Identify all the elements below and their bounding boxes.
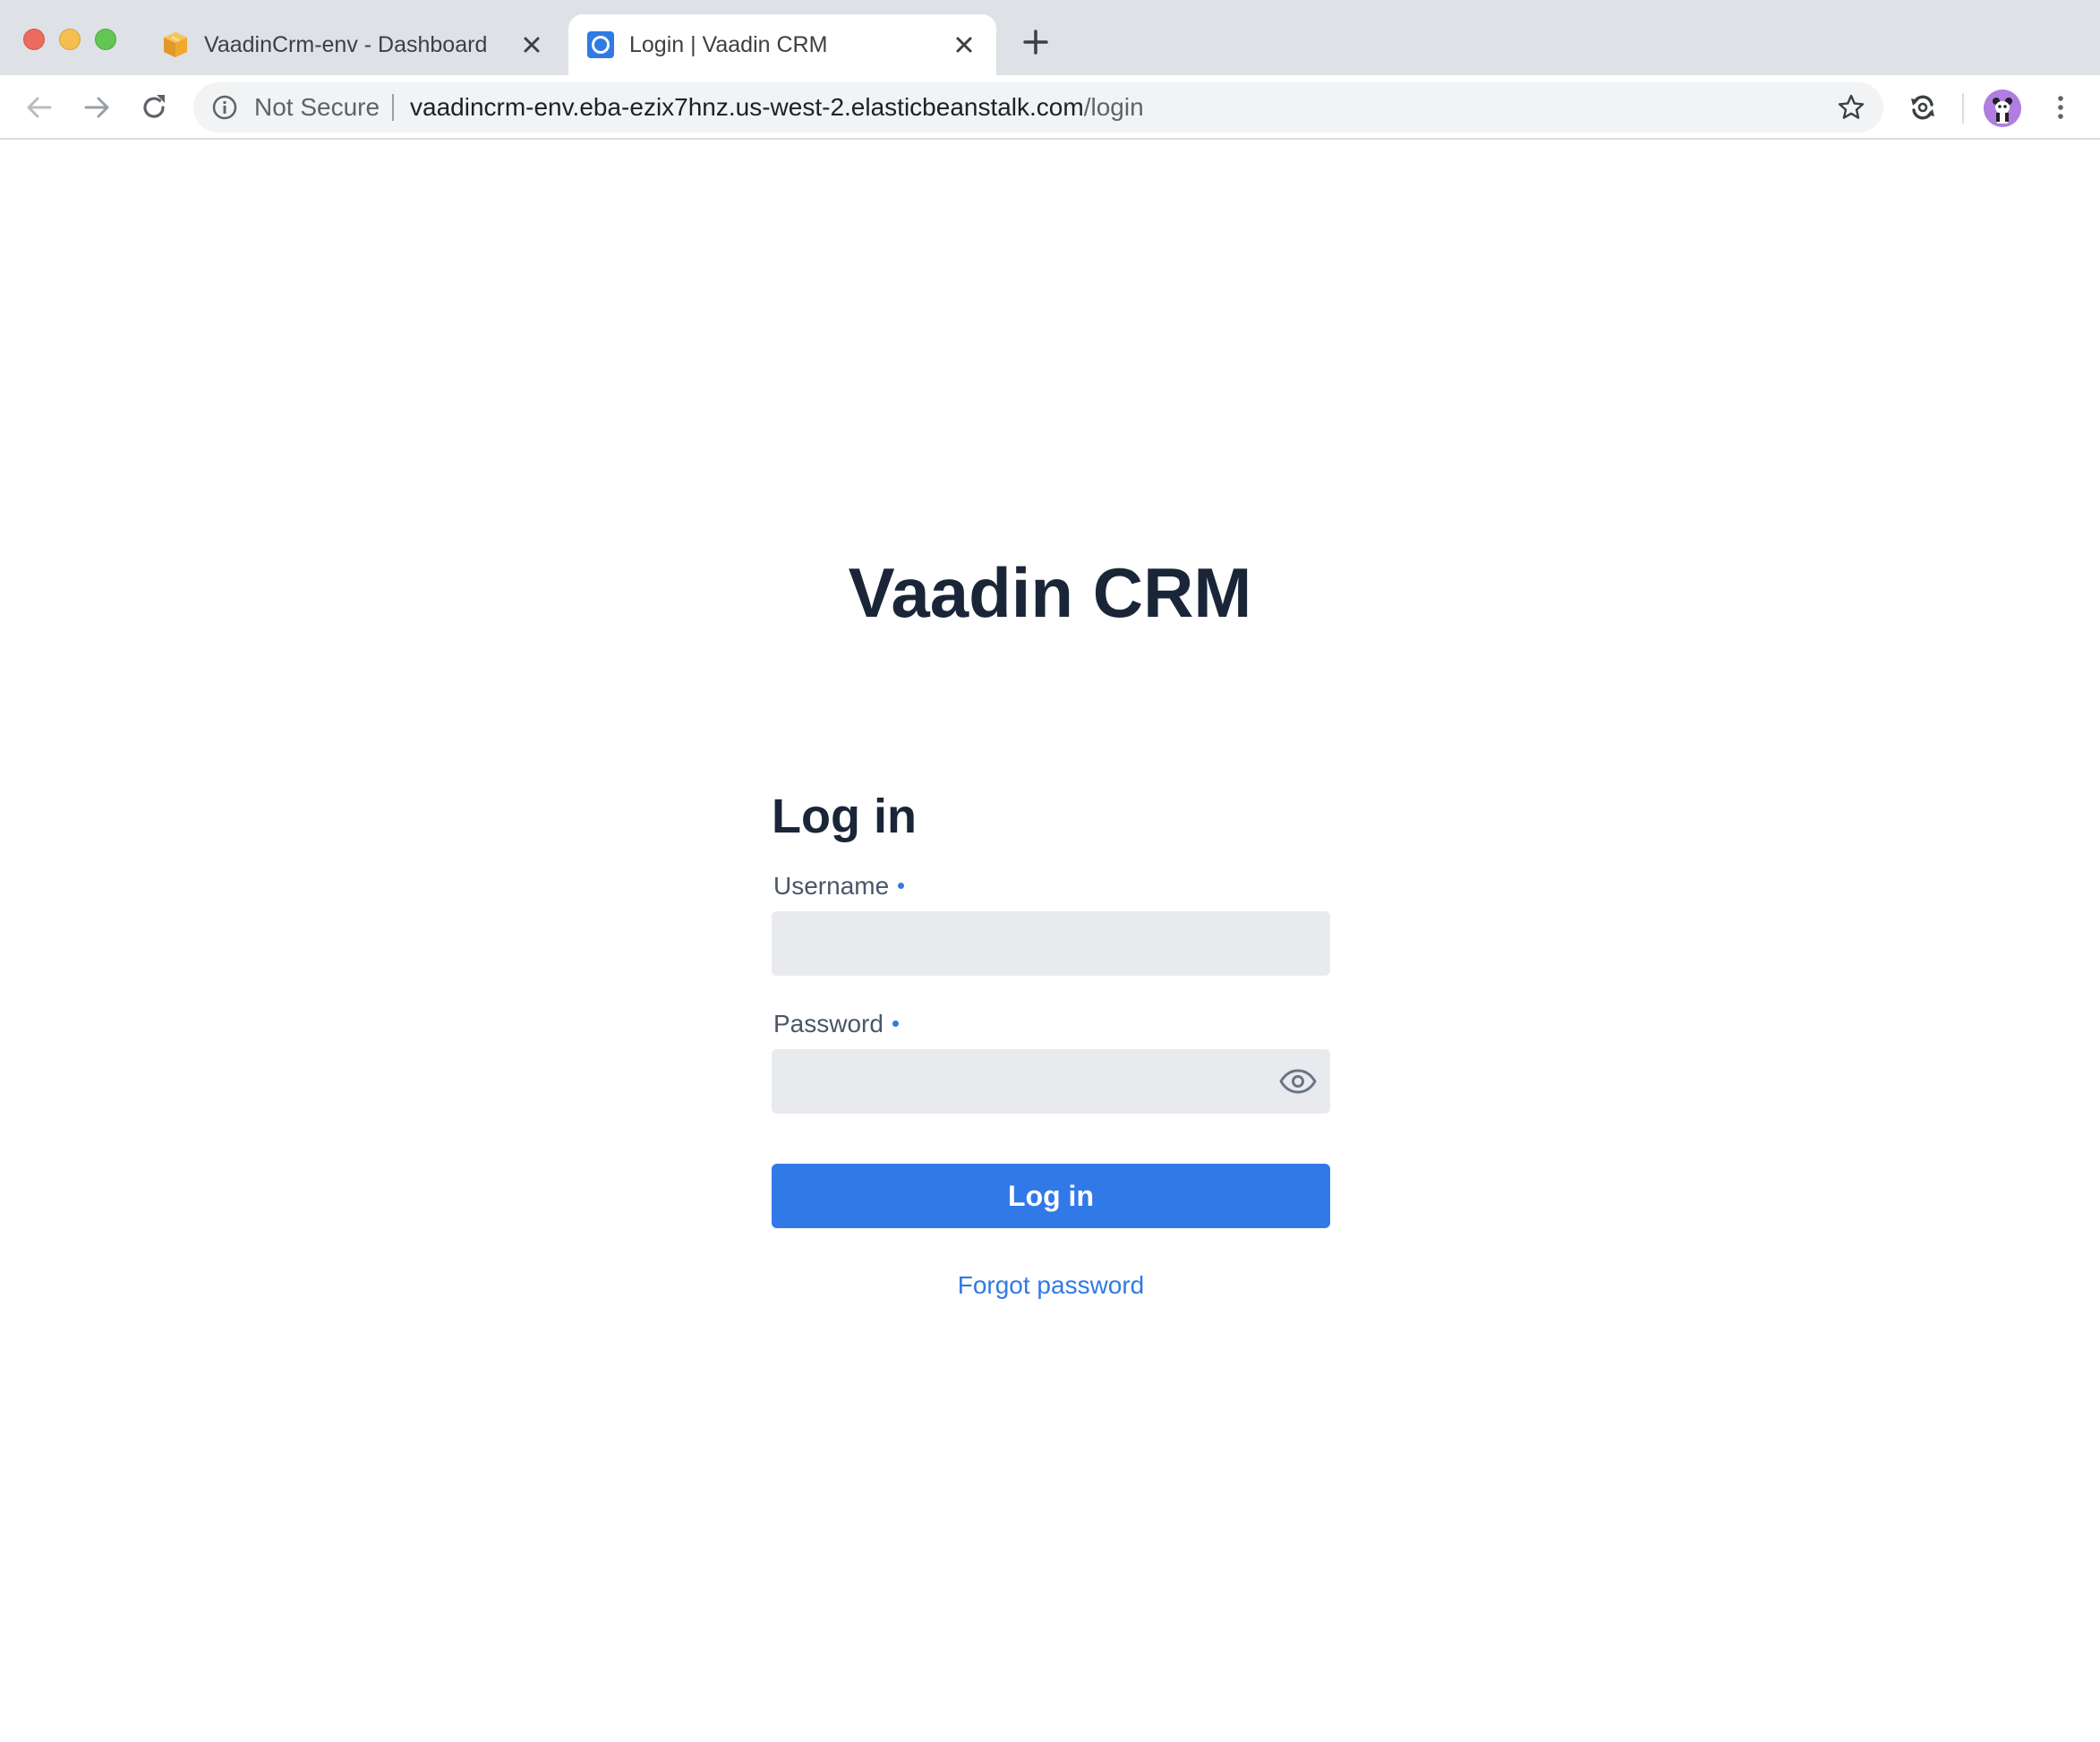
close-icon[interactable] (519, 32, 544, 57)
address-divider (392, 94, 394, 121)
username-input[interactable] (772, 911, 1330, 976)
toolbar-divider (1962, 93, 1964, 124)
login-submit-button[interactable]: Log in (772, 1164, 1330, 1228)
window-close-button[interactable] (23, 29, 45, 50)
sync-extension-icon[interactable] (1907, 91, 1939, 124)
vaadin-logo-icon (587, 31, 614, 58)
address-bar[interactable]: Not Secure vaadincrm-env.eba-ezix7hnz.us… (193, 82, 1883, 132)
browser-tab-strip: VaadinCrm-env - Dashboard Login | Vaadin… (0, 0, 2100, 75)
forgot-password-link[interactable]: Forgot password (772, 1268, 1330, 1303)
aws-package-icon (164, 32, 187, 57)
tab-login[interactable]: Login | Vaadin CRM (568, 14, 996, 75)
panda-avatar-icon (1984, 90, 2021, 127)
new-tab-plus-icon[interactable] (1020, 27, 1051, 57)
password-label: Password (773, 1006, 899, 1042)
app-title: Vaadin CRM (848, 553, 1252, 632)
info-icon[interactable] (211, 94, 238, 121)
window-zoom-button[interactable] (95, 29, 116, 50)
url-text: vaadincrm-env.eba-ezix7hnz.us-west-2.ela… (410, 82, 1144, 132)
close-icon[interactable] (952, 32, 977, 57)
form-title: Log in (772, 790, 917, 843)
profile-avatar[interactable] (1984, 90, 2021, 127)
tab-title: Login | Vaadin CRM (629, 32, 828, 57)
username-label: Username (773, 868, 905, 904)
url-path: /login (1083, 93, 1144, 121)
password-input[interactable] (772, 1049, 1330, 1114)
tab-dashboard[interactable]: VaadinCrm-env - Dashboard (143, 14, 564, 75)
url-host: vaadincrm-env.eba-ezix7hnz.us-west-2.ela… (410, 93, 1084, 121)
kebab-menu-icon[interactable] (2045, 91, 2077, 124)
tab-title: VaadinCrm-env - Dashboard (204, 32, 488, 57)
username-label-text: Username (773, 872, 890, 900)
browser-toolbar: Not Secure vaadincrm-env.eba-ezix7hnz.us… (0, 75, 2100, 140)
bookmark-star-icon[interactable] (1837, 93, 1865, 122)
forward-arrow-icon[interactable] (81, 91, 113, 124)
reload-icon[interactable] (138, 91, 170, 124)
back-arrow-icon[interactable] (23, 91, 55, 124)
reveal-password-eye-icon[interactable] (1278, 1068, 1318, 1095)
security-status-label: Not Secure (254, 93, 380, 121)
required-indicator (892, 1020, 899, 1028)
required-indicator (898, 883, 905, 890)
password-label-text: Password (773, 1010, 884, 1038)
window-minimize-button[interactable] (59, 29, 81, 50)
